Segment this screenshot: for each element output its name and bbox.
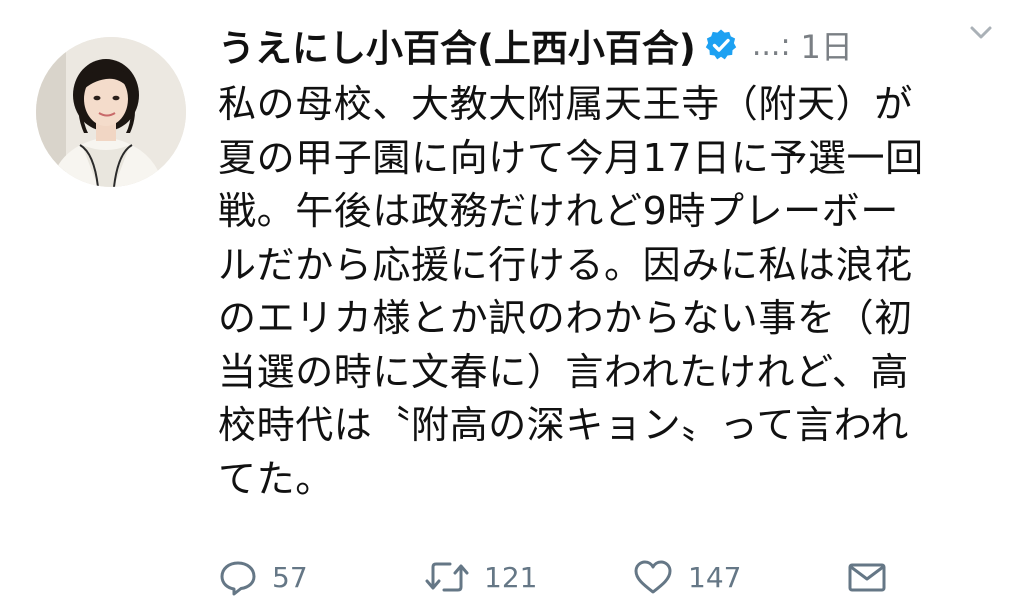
envelope-icon xyxy=(848,563,886,592)
retweet-count: 121 xyxy=(484,560,538,594)
retweet-icon xyxy=(425,562,469,592)
tweet-text-line: 戦。午後は政務だけれど9時プレーボー xyxy=(218,189,899,233)
avatar[interactable] xyxy=(36,37,186,187)
verified-badge-icon xyxy=(704,28,738,62)
tweet[interactable]: うえにし小百合(上西小百合) ...: 1日 私の母校、大教大附属天王寺（附天）… xyxy=(0,0,1024,616)
reply-count: 57 xyxy=(272,560,308,594)
display-name[interactable]: うえにし小百合(上西小百合) xyxy=(218,18,696,72)
handle-separator: : xyxy=(780,27,791,63)
tweet-text-line: のエリカ様とか訳のわからない事を（初 xyxy=(218,296,913,340)
chevron-down-icon[interactable] xyxy=(966,17,996,47)
tweet-text-line: 校時代は〝附高の深キョン〟って言われ xyxy=(218,403,910,447)
tweet-text-line: ルだから応援に行ける。因みに私は浪花 xyxy=(218,242,913,287)
tweet-text-line: 私の母校、大教大附属天王寺（附天）が xyxy=(218,82,913,126)
tweet-actions: 57 121 147 xyxy=(218,552,1008,602)
tweet-text-line: てた。 xyxy=(218,456,334,501)
tweet-text-line: 夏の甲子園に向けて今月17日に予選一回 xyxy=(218,135,924,180)
tweet-header: うえにし小百合(上西小百合) ...: 1日 xyxy=(218,14,1008,76)
direct-message-button[interactable] xyxy=(846,552,888,602)
like-count: 147 xyxy=(688,560,742,594)
like-button[interactable]: 147 xyxy=(632,552,741,602)
reply-icon xyxy=(220,561,256,596)
tweet-text-line: 当選の時に文春に）言われたけれど、高 xyxy=(218,349,910,394)
reply-button[interactable]: 57 xyxy=(218,552,308,602)
retweet-button[interactable]: 121 xyxy=(424,552,537,602)
timestamp[interactable]: 1日 xyxy=(801,22,853,68)
tweet-text: 私の母校、大教大附属天王寺（附天）が 夏の甲子園に向けて今月17日に予選一回 戦… xyxy=(218,78,1008,506)
handle[interactable]: ... xyxy=(752,28,781,63)
heart-icon xyxy=(634,560,672,594)
avatar-photo xyxy=(36,37,186,187)
